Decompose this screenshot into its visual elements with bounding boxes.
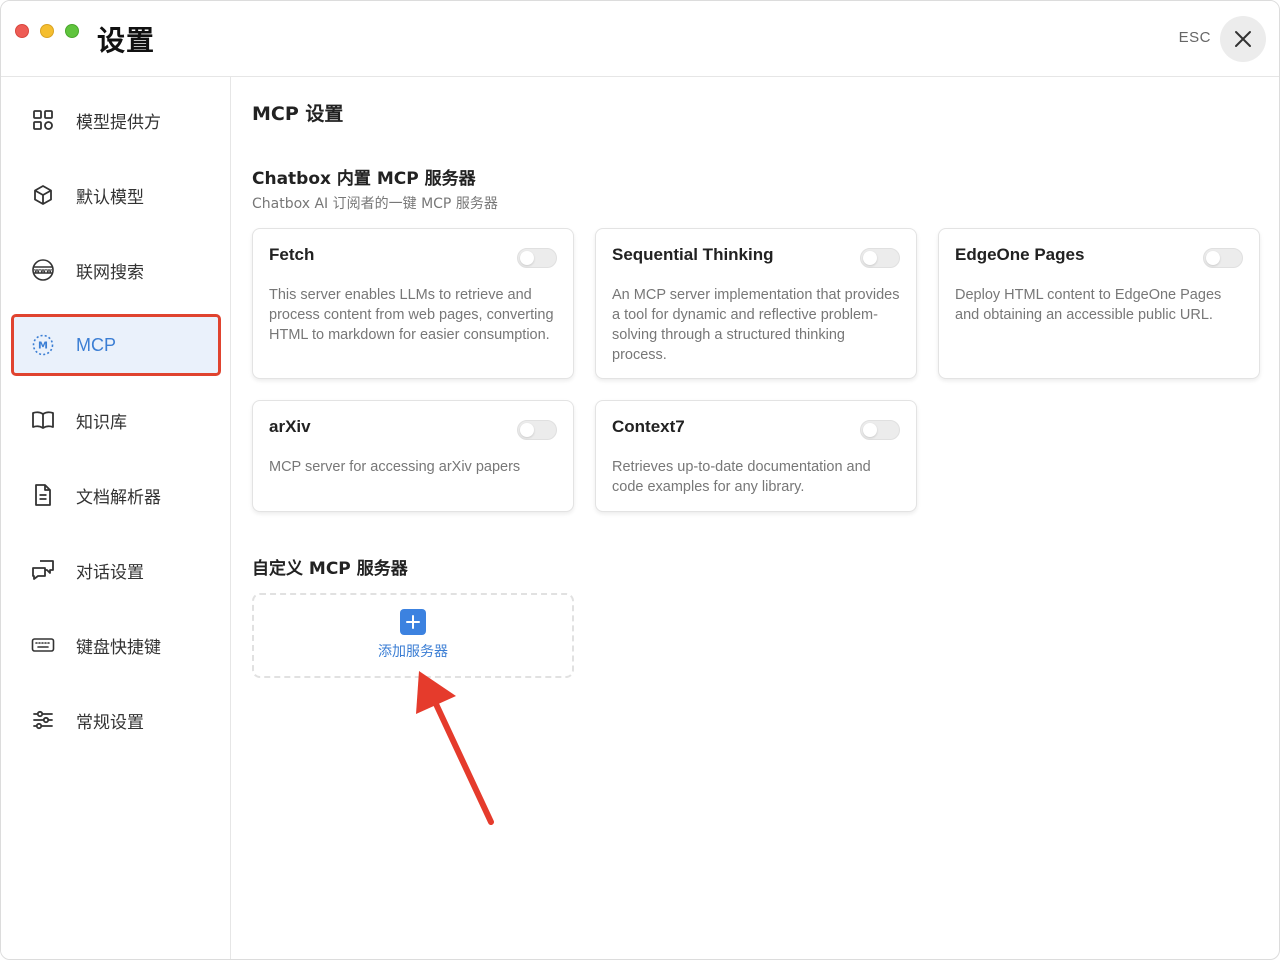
mcp-icon: M xyxy=(31,333,55,357)
server-card-context7: Context7 Retrieves up-to-date documentat… xyxy=(595,400,917,512)
globe-www-icon: www xyxy=(31,258,55,282)
esc-hint: ESC xyxy=(1178,29,1211,46)
server-card-sequential-thinking: Sequential Thinking An MCP server implem… xyxy=(595,228,917,379)
sidebar-item-mcp[interactable]: M MCP xyxy=(11,314,221,376)
sidebar-item-general-settings[interactable]: 常规设置 xyxy=(11,689,221,751)
close-button[interactable] xyxy=(1220,16,1266,62)
main-content: MCP 设置 Chatbox 内置 MCP 服务器 Chatbox AI 订阅者… xyxy=(232,77,1279,959)
document-icon xyxy=(31,483,55,507)
server-description: MCP server for accessing arXiv papers xyxy=(269,459,521,475)
sidebar-item-label: 知识库 xyxy=(76,412,127,433)
sidebar-item-knowledge-base[interactable]: 知识库 xyxy=(11,389,221,451)
sidebar-item-web-search[interactable]: www 联网搜索 xyxy=(11,239,221,301)
chat-icon xyxy=(31,558,55,582)
sidebar-item-default-model[interactable]: 默认模型 xyxy=(11,164,221,226)
sidebar-item-document-parser[interactable]: 文档解析器 xyxy=(11,464,221,526)
server-name: Fetch xyxy=(269,245,315,264)
grid-icon xyxy=(31,108,55,132)
keyboard-icon xyxy=(31,633,55,657)
server-name: arXiv xyxy=(269,417,311,436)
builtin-section-title: Chatbox 内置 MCP 服务器 xyxy=(252,169,476,189)
server-toggle[interactable] xyxy=(1203,248,1243,268)
sidebar-item-label: 常规设置 xyxy=(76,712,144,733)
server-card-fetch: Fetch This server enables LLMs to retrie… xyxy=(252,228,574,379)
server-description: Deploy HTML content to EdgeOne Pages and… xyxy=(955,287,1222,323)
server-toggle[interactable] xyxy=(517,420,557,440)
cube-icon xyxy=(31,183,55,207)
sidebar: 模型提供方 默认模型 www 联网搜索 M MCP 知识库 文档解析器 对话设置… xyxy=(1,77,231,959)
server-toggle[interactable] xyxy=(860,248,900,268)
sidebar-item-keyboard-shortcuts[interactable]: 键盘快捷键 xyxy=(11,614,221,676)
minimize-window-button[interactable] xyxy=(40,24,54,38)
plus-icon xyxy=(400,609,426,635)
toggle-knob xyxy=(863,423,877,437)
toggle-knob xyxy=(520,423,534,437)
window-title: 设置 xyxy=(97,24,156,57)
annotation-arrow-icon xyxy=(416,671,494,825)
sidebar-item-label: 文档解析器 xyxy=(76,487,161,508)
svg-text:www: www xyxy=(34,267,52,275)
close-window-button[interactable] xyxy=(15,24,29,38)
server-name: Sequential Thinking xyxy=(612,245,774,264)
sidebar-item-label: 默认模型 xyxy=(76,187,144,208)
server-name: EdgeOne Pages xyxy=(955,245,1085,264)
settings-window: 设置 ESC 模型提供方 默认模型 www 联网搜索 M MCP 知识库 文档解… xyxy=(0,0,1280,960)
sliders-icon xyxy=(31,708,55,732)
sidebar-item-model-provider[interactable]: 模型提供方 xyxy=(11,89,221,151)
custom-section-title: 自定义 MCP 服务器 xyxy=(252,559,408,579)
server-card-edgeone-pages: EdgeOne Pages Deploy HTML content to Edg… xyxy=(938,228,1260,379)
sidebar-item-label: 对话设置 xyxy=(76,562,144,583)
add-server-label: 添加服务器 xyxy=(378,644,448,660)
server-card-arxiv: arXiv MCP server for accessing arXiv pap… xyxy=(252,400,574,512)
title-bar: 设置 ESC xyxy=(1,1,1279,77)
server-toggle[interactable] xyxy=(517,248,557,268)
sidebar-item-label: 键盘快捷键 xyxy=(76,637,161,658)
server-name: Context7 xyxy=(612,417,685,436)
server-toggle[interactable] xyxy=(860,420,900,440)
toggle-knob xyxy=(520,251,534,265)
server-description: An MCP server implementation that provid… xyxy=(612,287,900,363)
page-title: MCP 设置 xyxy=(252,103,344,125)
sidebar-item-label: 联网搜索 xyxy=(76,262,144,283)
toggle-knob xyxy=(1206,251,1220,265)
builtin-section-subtitle: Chatbox AI 订阅者的一键 MCP 服务器 xyxy=(252,196,498,212)
server-description: This server enables LLMs to retrieve and… xyxy=(269,287,554,343)
sidebar-item-chat-settings[interactable]: 对话设置 xyxy=(11,539,221,601)
server-description: Retrieves up-to-date documentation and c… xyxy=(612,459,871,495)
sidebar-item-label: 模型提供方 xyxy=(76,112,161,133)
close-icon xyxy=(1235,31,1251,47)
toggle-knob xyxy=(863,251,877,265)
svg-text:M: M xyxy=(38,341,48,352)
maximize-window-button[interactable] xyxy=(65,24,79,38)
sidebar-item-label: MCP xyxy=(76,334,116,355)
book-icon xyxy=(31,408,55,432)
